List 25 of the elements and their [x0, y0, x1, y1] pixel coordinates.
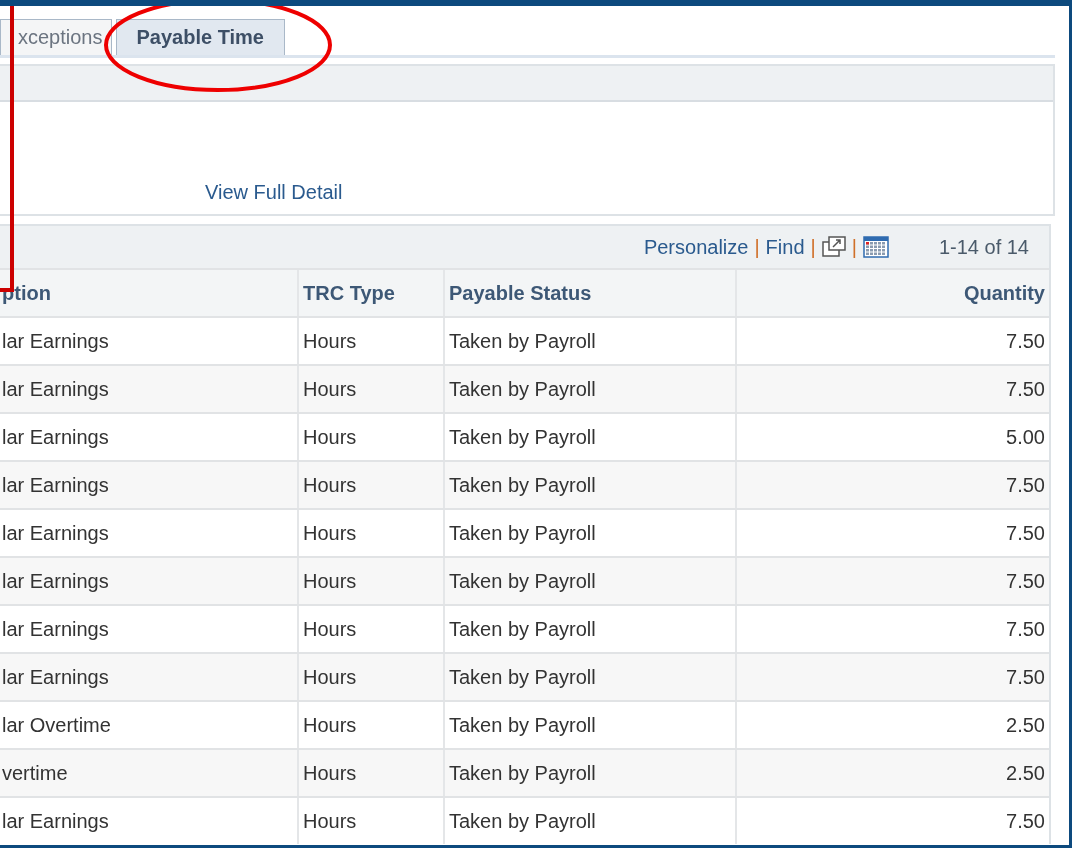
table-cell-text: lar Earnings: [1, 664, 110, 690]
spreadsheet-icon[interactable]: [862, 236, 889, 258]
row-count: 1-14 of 14: [938, 235, 1029, 259]
table-cell-text: vertime: [1, 760, 69, 786]
table-cell-text: lar Overtime: [1, 712, 112, 738]
table-cell-text: lar Earnings: [1, 808, 110, 834]
table-cell: Hours: [297, 798, 443, 844]
personalize-link[interactable]: Personalize: [643, 235, 749, 259]
separator: |: [754, 235, 760, 259]
separator: |: [810, 235, 816, 259]
find-link[interactable]: Find: [765, 235, 805, 259]
tab[interactable]: xceptions: [0, 19, 112, 55]
new-window-icon[interactable]: [821, 236, 846, 258]
table-cell-text: lar Earnings: [1, 472, 110, 498]
separator: |: [851, 235, 857, 259]
view-full-detail-link[interactable]: View Full Detail: [205, 181, 343, 204]
table-cell-text: lar Earnings: [1, 376, 110, 402]
table-cell-text: lar Earnings: [1, 568, 110, 594]
table-cell-text: lar Earnings: [1, 424, 110, 450]
table-cell-text: lar Earnings: [1, 616, 110, 642]
table-cell: 7.50: [735, 798, 1049, 844]
table-cell-text: lar Earnings: [1, 520, 110, 546]
table-cell-text: lar Earnings: [1, 328, 110, 354]
tab[interactable]: Payable Time: [115, 19, 285, 55]
table-cell: Taken by Payroll: [443, 798, 735, 844]
